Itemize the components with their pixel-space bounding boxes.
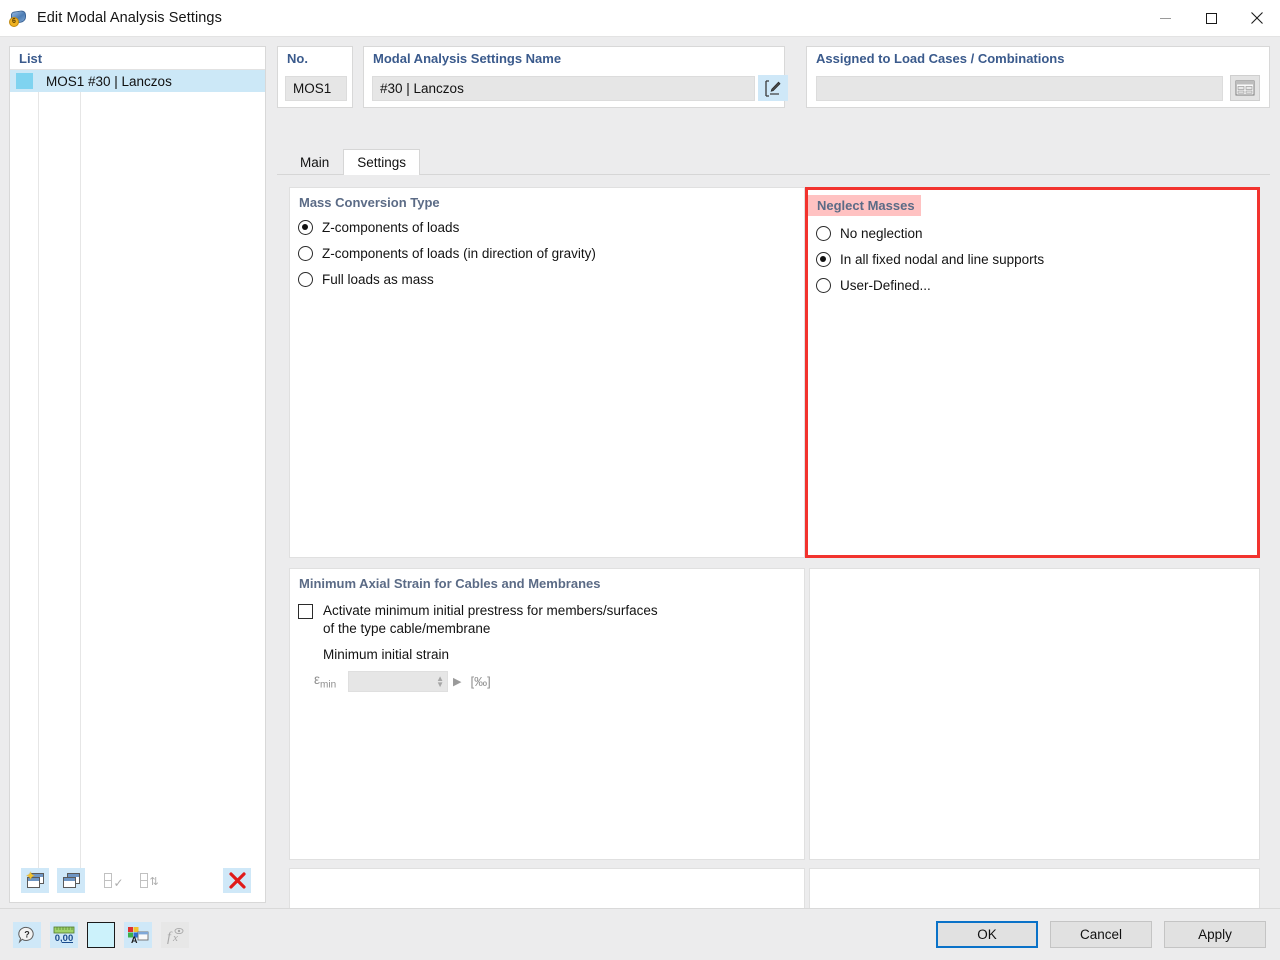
- copy-item-button[interactable]: [57, 867, 85, 893]
- radio-label: User-Defined...: [840, 278, 931, 293]
- min-initial-strain-label: Minimum initial strain: [323, 647, 450, 662]
- dialog-body: List MOS1 #30 | Lanczos ✦ ✓ ⇅ No. MOS1 M…: [0, 37, 1280, 960]
- empty-panel-right: [809, 568, 1260, 860]
- copy-window-icon: [62, 872, 80, 888]
- settings-tab-content: Mass Conversion Type Z-components of loa…: [277, 177, 1270, 938]
- window-title: Edit Modal Analysis Settings: [37, 10, 222, 26]
- activate-min-prestress-checkbox[interactable]: Activate minimum initial prestress for m…: [290, 602, 804, 637]
- radio-label: No neglection: [840, 226, 923, 241]
- list-item-color-swatch: [16, 73, 33, 89]
- name-input[interactable]: #30 | Lanczos: [372, 76, 755, 101]
- dialog-footer: ? 0,00 A f x OK Cancel Apply: [0, 908, 1280, 960]
- min-strain-field-row: εmin ▲ ▼ ▶ [‰]: [290, 671, 804, 692]
- list-item-name: #30 | Lanczos: [88, 73, 172, 89]
- radio-indicator: [298, 246, 313, 261]
- ruler-decimals-icon: 0,00: [53, 926, 75, 944]
- maximize-button[interactable]: [1188, 0, 1234, 37]
- checkbox-indicator: [298, 604, 313, 619]
- edit-pencil-icon[interactable]: [758, 75, 788, 101]
- red-x-icon: [228, 871, 246, 889]
- list-panel: List MOS1 #30 | Lanczos ✦ ✓ ⇅: [9, 46, 266, 903]
- radio-indicator: [816, 226, 831, 241]
- radio-user-defined[interactable]: User-Defined...: [808, 277, 1257, 294]
- number-value: MOS1: [285, 76, 347, 101]
- list-column-divider-2: [80, 70, 81, 880]
- dialog-action-buttons: OK Cancel Apply: [936, 921, 1280, 948]
- neglect-masses-panel: Neglect Masses No neglection In all fixe…: [805, 187, 1260, 558]
- formula-button[interactable]: f x: [161, 921, 189, 948]
- neglect-masses-title: Neglect Masses: [808, 195, 921, 216]
- assigned-input[interactable]: [816, 76, 1223, 101]
- svg-text:?: ?: [24, 929, 30, 939]
- tab-settings[interactable]: Settings: [343, 149, 421, 175]
- radio-indicator: [298, 220, 313, 235]
- epsilon-min-symbol: εmin: [314, 672, 337, 691]
- radio-full-loads-as-mass[interactable]: Full loads as mass: [290, 271, 804, 288]
- radio-z-components-gravity[interactable]: Z-components of loads (in direction of g…: [290, 245, 804, 262]
- invert-selection-button[interactable]: ⇅: [135, 868, 163, 893]
- header-row: No. MOS1 Modal Analysis Settings Name #3…: [277, 46, 1270, 108]
- invert-selection-icon: ⇅: [139, 872, 159, 888]
- axial-strain-title: Minimum Axial Strain for Cables and Memb…: [299, 576, 601, 591]
- display-properties-button[interactable]: A: [124, 921, 152, 948]
- list-rows: MOS1 #30 | Lanczos: [10, 70, 265, 880]
- apply-button[interactable]: Apply: [1164, 921, 1266, 948]
- name-label: Modal Analysis Settings Name: [373, 51, 562, 66]
- help-icon: ?: [18, 926, 34, 943]
- spinner-arrows-icon[interactable]: ▲ ▼: [436, 674, 444, 688]
- radio-label: Z-components of loads: [322, 220, 460, 235]
- new-window-icon: ✦: [26, 870, 44, 888]
- mass-conversion-title: Mass Conversion Type: [299, 195, 440, 210]
- svg-text:A: A: [131, 935, 138, 944]
- fx-icon: f x: [167, 927, 184, 944]
- name-group: Modal Analysis Settings Name #30 | Lancz…: [363, 46, 788, 108]
- list-column-divider-1: [38, 70, 39, 880]
- cancel-button[interactable]: Cancel: [1050, 921, 1152, 948]
- radio-z-components-of-loads[interactable]: Z-components of loads: [290, 219, 804, 236]
- help-button[interactable]: ?: [13, 921, 41, 948]
- delete-item-button[interactable]: [223, 867, 251, 893]
- radio-indicator: [298, 272, 313, 287]
- minimize-button[interactable]: [1142, 0, 1188, 37]
- window-controls: [1142, 0, 1280, 37]
- min-strain-input[interactable]: ▲ ▼: [348, 671, 448, 692]
- select-all-button[interactable]: ✓: [99, 868, 127, 893]
- modal-analysis-icon: 6: [9, 8, 29, 28]
- ok-button[interactable]: OK: [936, 921, 1038, 948]
- radio-label: Z-components of loads (in direction of g…: [322, 246, 596, 261]
- assigned-label: Assigned to Load Cases / Combinations: [816, 51, 1065, 66]
- mass-conversion-panel: Mass Conversion Type Z-components of loa…: [289, 187, 805, 558]
- tab-bar: Main Settings: [277, 149, 1270, 175]
- list-item[interactable]: MOS1 #30 | Lanczos: [10, 70, 265, 92]
- table-select-icon[interactable]: [1230, 75, 1260, 101]
- list-header: List: [10, 47, 265, 70]
- min-strain-unit: [‰]: [470, 674, 491, 689]
- new-item-button[interactable]: ✦: [21, 867, 49, 893]
- title-bar: 6 Edit Modal Analysis Settings: [0, 0, 1280, 37]
- tab-main[interactable]: Main: [286, 149, 343, 174]
- display-properties-icon: A: [128, 926, 149, 944]
- list-toolbar: ✦ ✓ ⇅: [10, 858, 265, 902]
- radio-label: Full loads as mass: [322, 272, 434, 287]
- formula-arrow-icon[interactable]: ▶: [453, 675, 461, 688]
- number-group: No. MOS1: [277, 46, 353, 108]
- units-decimals-button[interactable]: 0,00: [50, 921, 78, 948]
- radio-indicator: [816, 278, 831, 293]
- close-button[interactable]: [1234, 0, 1280, 37]
- footer-toolbar: ? 0,00 A f x: [0, 921, 189, 948]
- radio-no-neglection[interactable]: No neglection: [808, 225, 1257, 242]
- axial-strain-panel: Minimum Axial Strain for Cables and Memb…: [289, 568, 805, 860]
- checkbox-label-line1: Activate minimum initial prestress for m…: [323, 603, 658, 618]
- color-swatch-button[interactable]: [87, 921, 115, 948]
- checkbox-label-line2: of the type cable/membrane: [323, 620, 491, 636]
- radio-indicator: [816, 252, 831, 267]
- radio-in-all-fixed-nodal-and-line-supports[interactable]: In all fixed nodal and line supports: [808, 251, 1257, 268]
- assigned-group: Assigned to Load Cases / Combinations: [806, 46, 1270, 108]
- select-all-icon: ✓: [103, 872, 124, 890]
- list-item-id: MOS1: [46, 73, 85, 89]
- checkbox-label: Activate minimum initial prestress for m…: [323, 602, 658, 637]
- radio-label: In all fixed nodal and line supports: [840, 252, 1045, 267]
- number-label: No.: [287, 51, 308, 66]
